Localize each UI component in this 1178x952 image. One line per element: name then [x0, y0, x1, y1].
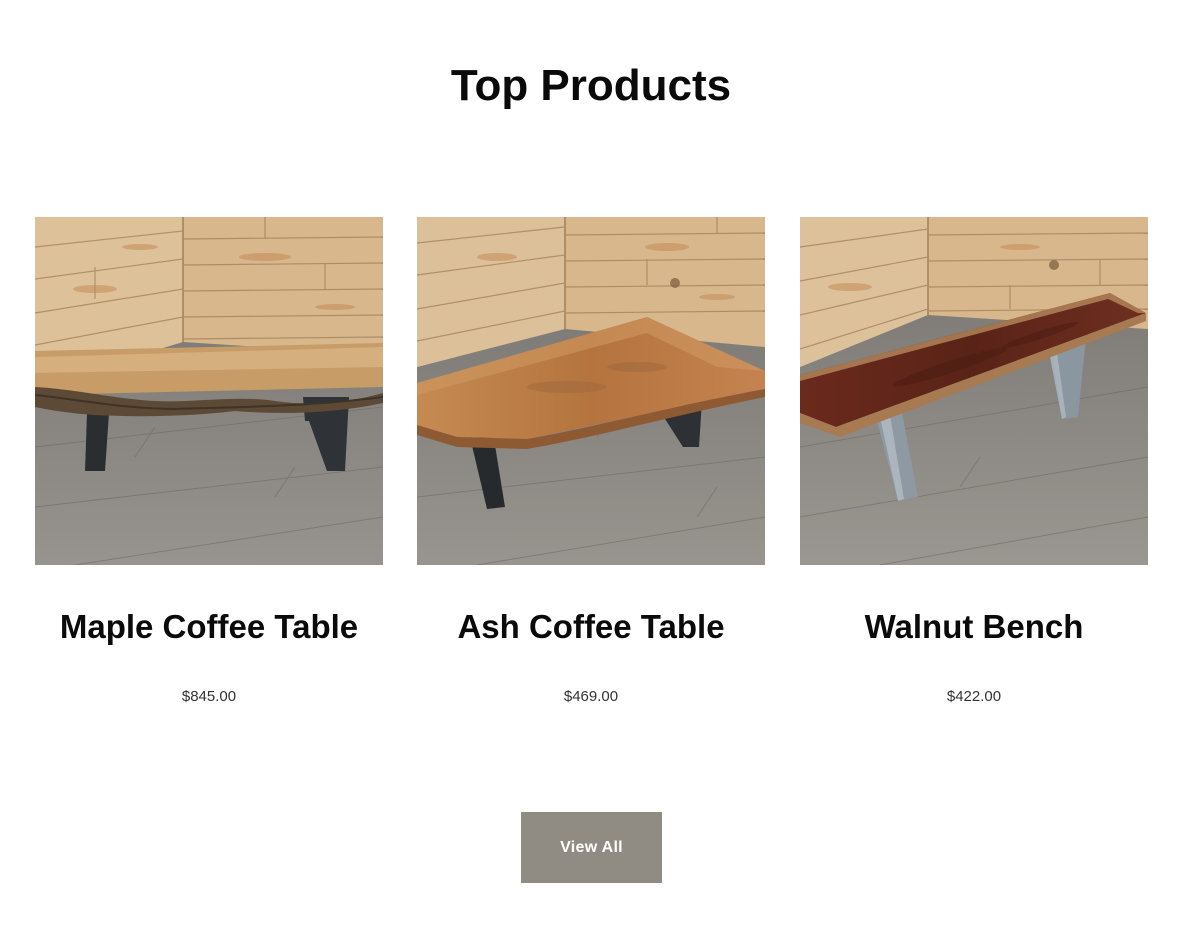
product-price: $845.00: [181, 688, 237, 705]
product-price: $469.00: [563, 688, 619, 705]
product-card-walnut-bench[interactable]: Walnut Bench $422.00: [800, 217, 1148, 717]
product-name[interactable]: Maple Coffee Table: [15, 605, 403, 649]
product-card-maple-coffee-table[interactable]: Maple Coffee Table $845.00: [35, 217, 383, 717]
ash-coffee-table-photo: [417, 217, 765, 565]
product-name[interactable]: Walnut Bench: [780, 605, 1168, 649]
product-price: $422.00: [946, 688, 1002, 705]
walnut-bench-photo: [800, 217, 1148, 565]
maple-coffee-table-photo: [35, 217, 383, 565]
section-title: Top Products: [450, 61, 732, 110]
product-image[interactable]: [35, 217, 383, 565]
product-card-ash-coffee-table[interactable]: Ash Coffee Table $469.00: [417, 217, 765, 717]
product-image[interactable]: [800, 217, 1148, 565]
view-all-button[interactable]: View All: [521, 812, 662, 883]
product-image[interactable]: [417, 217, 765, 565]
product-name[interactable]: Ash Coffee Table: [397, 605, 785, 649]
